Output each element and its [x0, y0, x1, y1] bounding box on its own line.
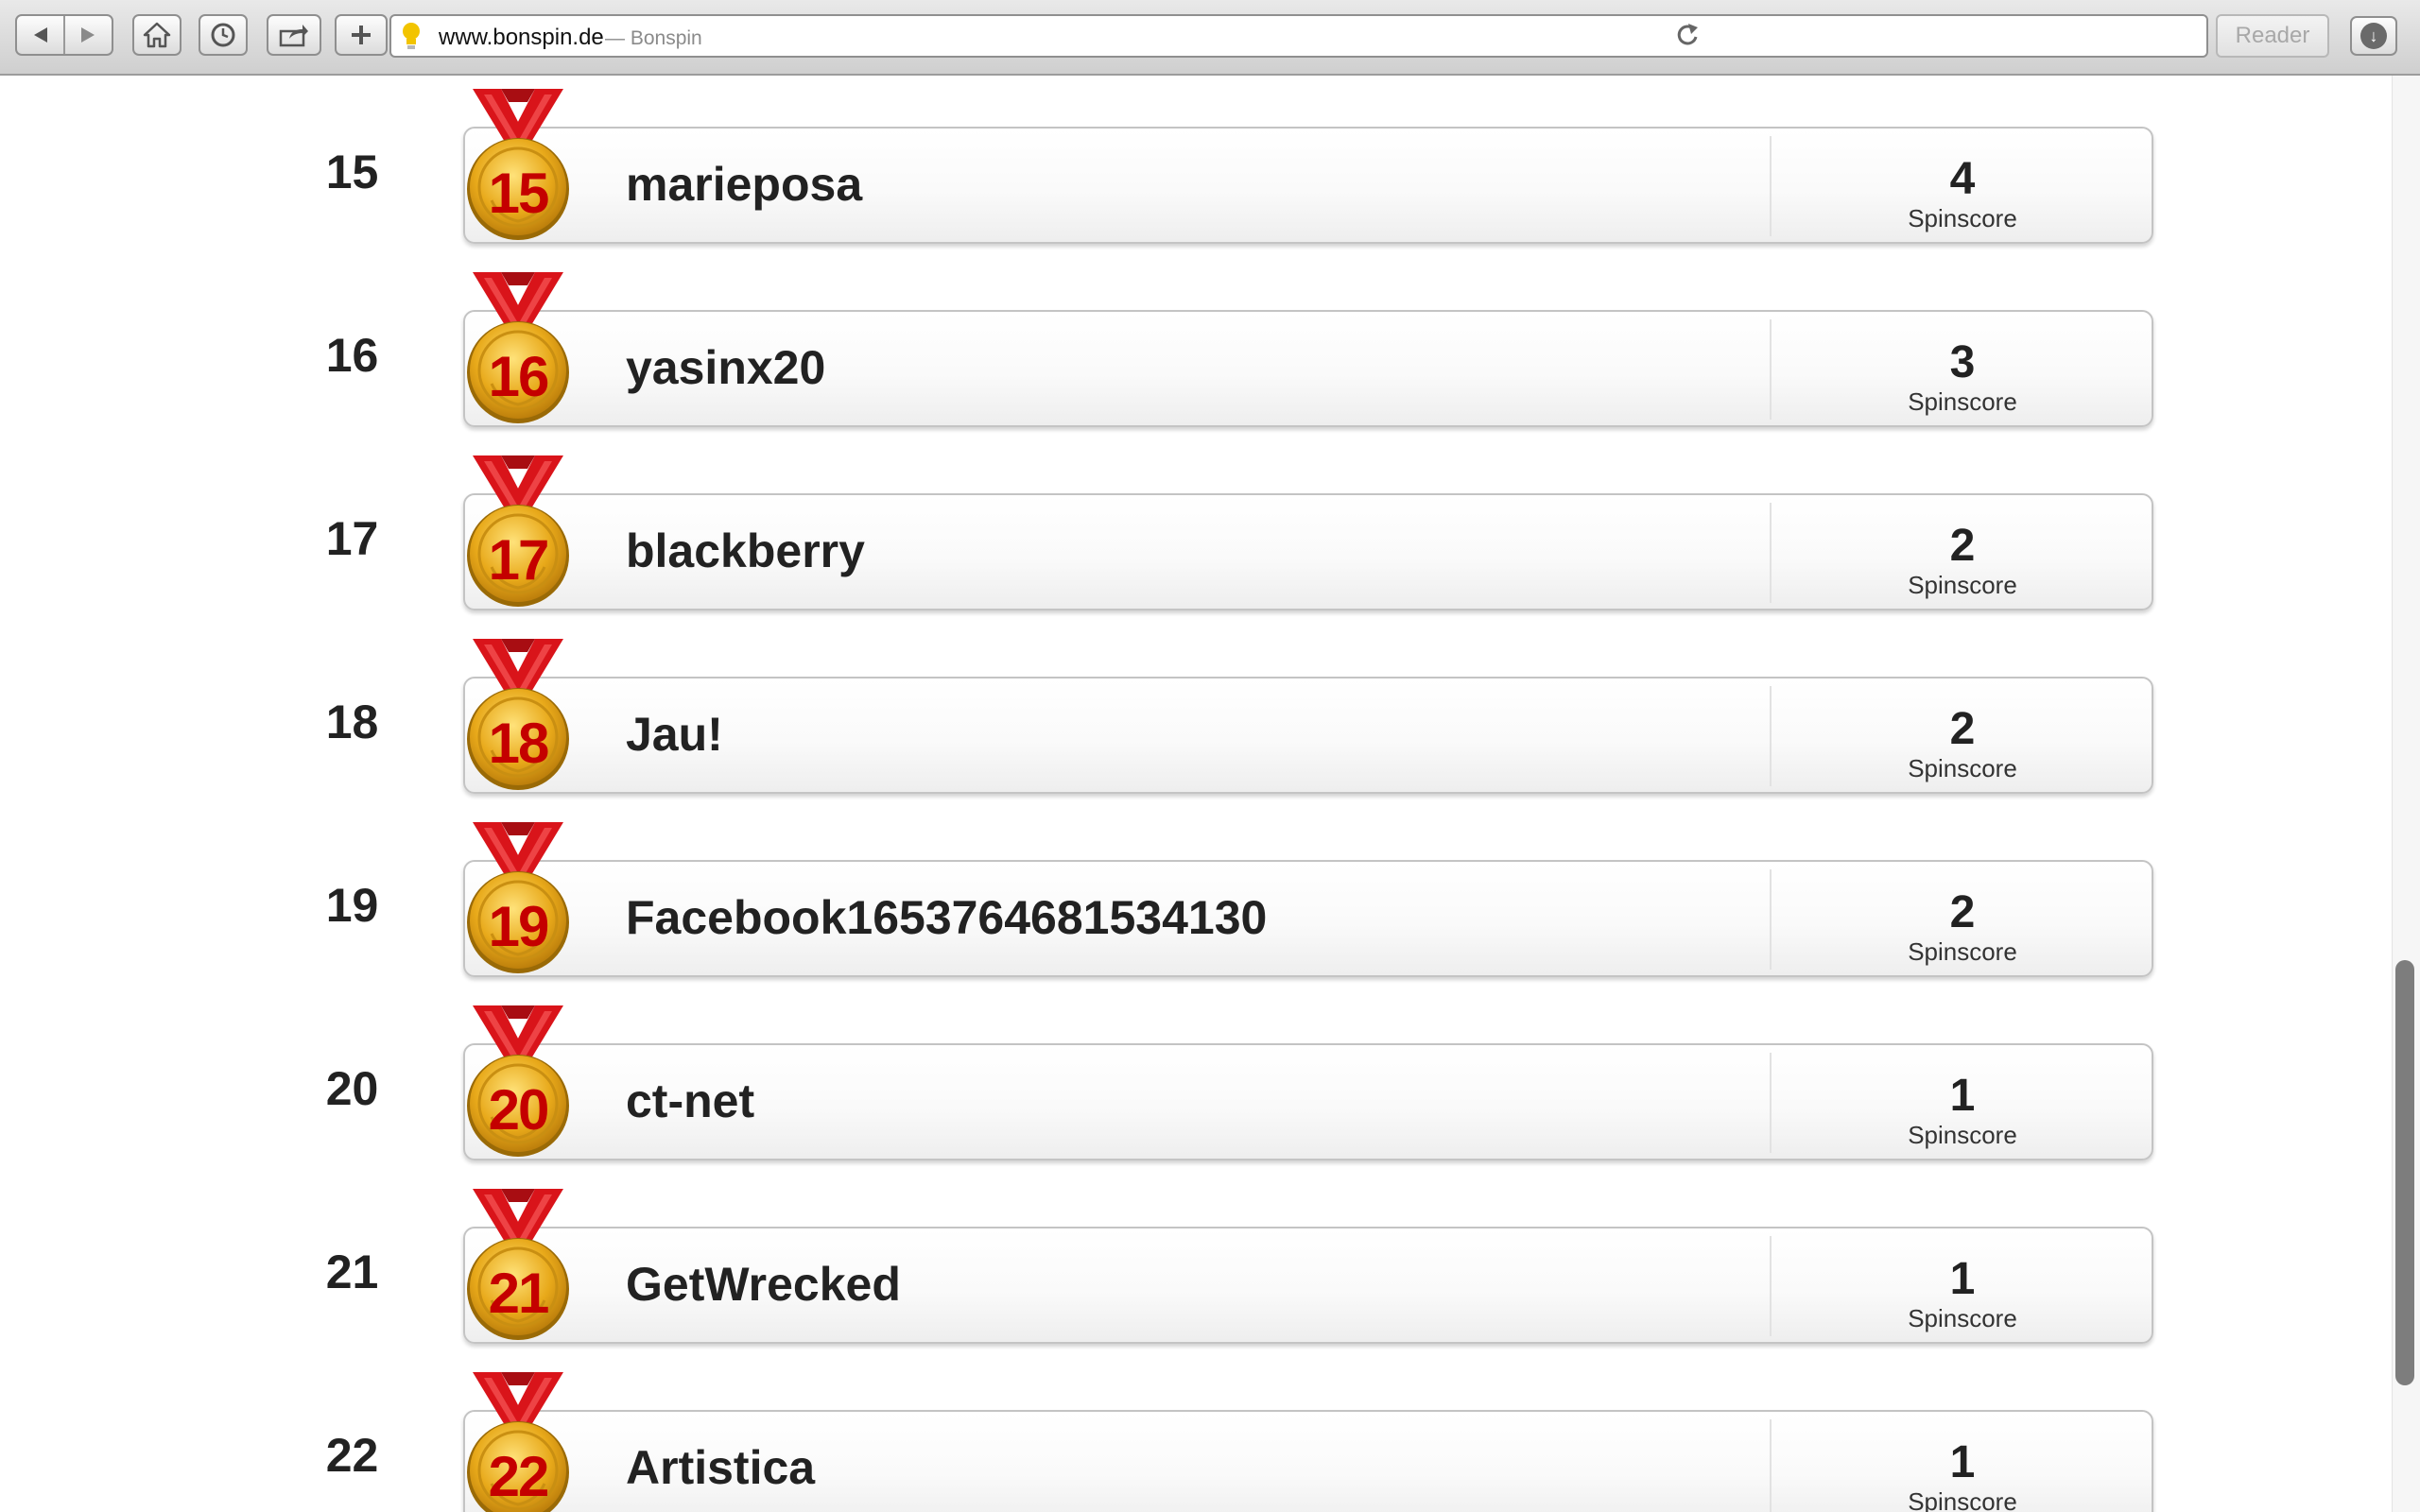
downloads-button[interactable]: ↓ [2350, 16, 2397, 56]
leaderboard: 15 marieposa 4 Spinscore 15 16 yasinx20 3 Spinsc… [0, 76, 2392, 1512]
reload-icon [1677, 24, 1698, 45]
spinscore-value: 2 [1949, 521, 1976, 571]
download-icon: ↓ [2360, 23, 2387, 49]
back-arrow-icon [33, 27, 47, 43]
rank-number: 15 [325, 146, 379, 198]
spinscore-value: 2 [1949, 887, 1976, 937]
page-title: Bonspin [630, 27, 702, 49]
back-forward-group [15, 14, 113, 56]
player-name[interactable]: Facebook1653764681534130 [626, 890, 1267, 945]
spinscore-label: Spinscore [1908, 387, 2017, 416]
scrollbar-thumb[interactable] [2395, 960, 2414, 1385]
medal-icon: 20 [463, 1000, 573, 1160]
medal-icon: 19 [463, 816, 573, 977]
leaderboard-row[interactable]: 21 GetWrecked 1 Spinscore 21 [0, 1183, 2174, 1366]
medal-number: 15 [488, 162, 550, 225]
share-icon [279, 25, 308, 47]
leaderboard-row[interactable]: 15 marieposa 4 Spinscore 15 [0, 83, 2174, 266]
spinscore-value: 1 [1949, 1071, 1976, 1121]
reader-button[interactable]: Reader [2216, 14, 2329, 58]
clock-icon [211, 23, 235, 47]
spinscore-value: 4 [1949, 154, 1976, 204]
new-tab-button-frame [335, 14, 388, 56]
share-button-frame [267, 14, 321, 56]
browser-toolbar: www.bonspin.de — Bonspin Reader ↓ [0, 0, 2420, 76]
medal-number: 21 [488, 1262, 550, 1325]
rank-number: 17 [325, 512, 379, 565]
player-name[interactable]: Jau! [626, 707, 723, 762]
medal-icon: 21 [463, 1183, 573, 1344]
spinscore-value: 3 [1949, 337, 1976, 387]
medal-icon: 17 [463, 450, 573, 610]
address-bar[interactable]: www.bonspin.de — Bonspin [389, 14, 2208, 58]
leaderboard-row[interactable]: 16 yasinx20 3 Spinscore 16 [0, 266, 2174, 450]
leaderboard-row[interactable]: 19 Facebook1653764681534130 2 Spinscore 19 [0, 816, 2174, 1000]
medal-icon: 22 [463, 1366, 573, 1512]
player-card[interactable]: marieposa 4 Spinscore [463, 127, 2153, 244]
title-separator: — [605, 27, 625, 49]
new-tab-button[interactable] [337, 16, 386, 54]
player-name[interactable]: yasinx20 [626, 340, 825, 395]
forward-arrow-icon [81, 27, 95, 43]
player-name[interactable]: ct-net [626, 1074, 754, 1128]
medal-number: 18 [488, 712, 550, 775]
home-button-frame [132, 14, 182, 56]
leaderboard-row[interactable]: 20 ct-net 1 Spinscore 20 [0, 1000, 2174, 1183]
medal-icon: 16 [463, 266, 573, 427]
player-card[interactable]: GetWrecked 1 Spinscore [463, 1227, 2153, 1344]
spinscore-label: Spinscore [1908, 937, 2017, 966]
address-url: www.bonspin.de [439, 25, 604, 50]
player-card[interactable]: blackberry 2 Spinscore [463, 493, 2153, 610]
share-button[interactable] [268, 16, 320, 54]
medal-icon: 18 [463, 633, 573, 794]
home-button[interactable] [134, 16, 180, 54]
spinscore-label: Spinscore [1908, 1304, 2017, 1332]
player-card[interactable]: ct-net 1 Spinscore [463, 1043, 2153, 1160]
player-name[interactable]: Artistica [626, 1440, 815, 1495]
medal-number: 17 [488, 528, 550, 592]
rank-number: 21 [325, 1246, 379, 1298]
leaderboard-row[interactable]: 18 Jau! 2 Spinscore 18 [0, 633, 2174, 816]
medal-number: 20 [488, 1078, 550, 1142]
lightbulb-icon [401, 21, 422, 58]
medal-icon: 15 [463, 83, 573, 244]
spinscore-value: 2 [1949, 704, 1976, 754]
player-name[interactable]: GetWrecked [626, 1257, 901, 1312]
spinscore-label: Spinscore [1908, 204, 2017, 232]
spinscore-label: Spinscore [1908, 1121, 2017, 1149]
spinscore-value: 1 [1949, 1254, 1976, 1304]
history-button[interactable] [200, 16, 246, 54]
rank-number: 22 [325, 1429, 379, 1482]
spinscore-label: Spinscore [1908, 571, 2017, 599]
forward-button[interactable] [65, 16, 112, 54]
history-button-frame [199, 14, 248, 56]
address-page-title: — Bonspin [605, 27, 702, 50]
leaderboard-row[interactable]: 17 blackberry 2 Spinscore 17 [0, 450, 2174, 633]
back-button[interactable] [17, 16, 63, 54]
player-name[interactable]: marieposa [626, 157, 862, 212]
reload-button[interactable] [1675, 22, 1700, 55]
player-name[interactable]: blackberry [626, 524, 865, 578]
plus-icon [352, 26, 371, 44]
rank-number: 18 [325, 696, 379, 748]
medal-number: 16 [488, 345, 550, 408]
rank-number: 16 [325, 329, 379, 382]
rank-number: 19 [325, 879, 379, 932]
medal-number: 22 [488, 1445, 550, 1508]
player-card[interactable]: yasinx20 3 Spinscore [463, 310, 2153, 427]
spinscore-label: Spinscore [1908, 754, 2017, 782]
player-card[interactable]: Facebook1653764681534130 2 Spinscore [463, 860, 2153, 977]
spinscore-label: Spinscore [1908, 1487, 2017, 1512]
rank-number: 20 [325, 1062, 379, 1115]
home-icon [143, 22, 171, 48]
player-card[interactable]: Jau! 2 Spinscore [463, 677, 2153, 794]
medal-number: 19 [488, 895, 550, 958]
player-card[interactable]: Artistica 1 Spinscore [463, 1410, 2153, 1512]
spinscore-value: 1 [1949, 1437, 1976, 1487]
leaderboard-row[interactable]: 22 Artistica 1 Spinscore 22 [0, 1366, 2174, 1512]
